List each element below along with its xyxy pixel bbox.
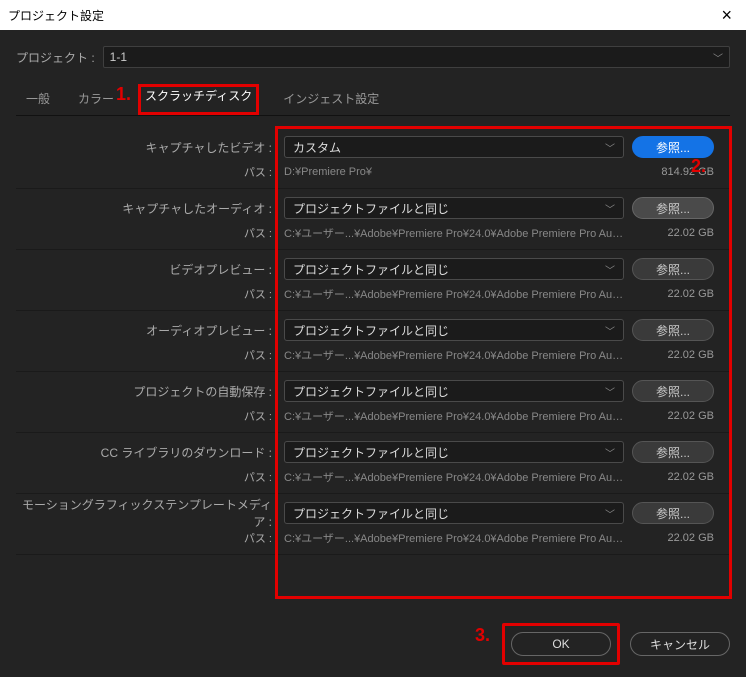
scratch-section: モーショングラフィックステンプレートメディア : プロジェクトファイルと同じ ﹀ 参照…: [16, 494, 730, 555]
chevron-down-icon: ﹀: [605, 201, 615, 216]
annotation-1: 1.: [116, 84, 131, 105]
browse-button[interactable]: 参照...: [632, 502, 714, 524]
disk-size: 22.02 GB: [632, 410, 714, 422]
location-select[interactable]: カスタム ﹀: [284, 136, 624, 158]
disk-size: 22.02 GB: [632, 532, 714, 544]
path-value: C:¥ユーザー...¥Adobe¥Premiere Pro¥24.0¥Adobe…: [284, 408, 624, 424]
location-select[interactable]: プロジェクトファイルと同じ ﹀: [284, 197, 624, 219]
tab-ingest[interactable]: インジェスト設定: [279, 84, 383, 115]
location-select-value: プロジェクトファイルと同じ: [293, 383, 449, 400]
tab-color[interactable]: カラー: [74, 84, 118, 115]
chevron-down-icon: ﹀: [605, 445, 615, 460]
browse-button[interactable]: 参照...: [632, 197, 714, 219]
titlebar: プロジェクト設定 ×: [0, 0, 746, 30]
scratch-section: キャプチャしたビデオ : カスタム ﹀ 参照... パス : D:¥Premiere Pr…: [16, 128, 730, 189]
project-label: プロジェクト :: [16, 49, 95, 66]
project-select-value: 1-1: [110, 50, 127, 64]
disk-size: 22.02 GB: [632, 471, 714, 483]
location-select-value: プロジェクトファイルと同じ: [293, 200, 449, 217]
browse-button[interactable]: 参照...: [632, 441, 714, 463]
scratch-section: プロジェクトの自動保存 : プロジェクトファイルと同じ ﹀ 参照... パス : C:¥ユ…: [16, 372, 730, 433]
browse-button[interactable]: 参照...: [632, 319, 714, 341]
location-select[interactable]: プロジェクトファイルと同じ ﹀: [284, 380, 624, 402]
path-value: C:¥ユーザー...¥Adobe¥Premiere Pro¥24.0¥Adobe…: [284, 225, 624, 241]
chevron-down-icon: ﹀: [605, 140, 615, 155]
location-select[interactable]: プロジェクトファイルと同じ ﹀: [284, 319, 624, 341]
cancel-button[interactable]: キャンセル: [630, 632, 730, 656]
browse-button[interactable]: 参照...: [632, 136, 714, 158]
section-label: プロジェクトの自動保存 :: [16, 383, 276, 400]
scratch-section: オーディオプレビュー : プロジェクトファイルと同じ ﹀ 参照... パス : C:¥ユー…: [16, 311, 730, 372]
section-label: ビデオプレビュー :: [16, 261, 276, 278]
path-label: パス :: [16, 469, 276, 485]
path-value: C:¥ユーザー...¥Adobe¥Premiere Pro¥24.0¥Adobe…: [284, 286, 624, 302]
location-select-value: プロジェクトファイルと同じ: [293, 322, 449, 339]
location-select[interactable]: プロジェクトファイルと同じ ﹀: [284, 502, 624, 524]
dialog-title: プロジェクト設定: [8, 7, 104, 24]
section-label: キャプチャしたオーディオ :: [16, 200, 276, 217]
section-label: CC ライブラリのダウンロード :: [16, 444, 276, 461]
ok-button[interactable]: OK: [511, 632, 611, 656]
section-label: キャプチャしたビデオ :: [16, 139, 276, 156]
path-label: パス :: [16, 530, 276, 546]
location-select-value: プロジェクトファイルと同じ: [293, 505, 449, 522]
location-select-value: カスタム: [293, 139, 341, 156]
chevron-down-icon: ﹀: [605, 506, 615, 521]
path-label: パス :: [16, 347, 276, 363]
chevron-down-icon: ﹀: [713, 50, 723, 65]
tab-scratch-disks[interactable]: スクラッチディスク: [141, 83, 256, 111]
annotation-3: 3.: [475, 625, 490, 646]
path-label: パス :: [16, 286, 276, 302]
browse-button[interactable]: 参照...: [632, 258, 714, 280]
path-value: C:¥ユーザー...¥Adobe¥Premiere Pro¥24.0¥Adobe…: [284, 469, 624, 485]
location-select[interactable]: プロジェクトファイルと同じ ﹀: [284, 258, 624, 280]
disk-size: 22.02 GB: [632, 227, 714, 239]
path-value: C:¥ユーザー...¥Adobe¥Premiere Pro¥24.0¥Adobe…: [284, 347, 624, 363]
section-label: モーショングラフィックステンプレートメディア :: [16, 496, 276, 530]
location-select[interactable]: プロジェクトファイルと同じ ﹀: [284, 441, 624, 463]
project-select[interactable]: 1-1 ﹀: [103, 46, 730, 68]
location-select-value: プロジェクトファイルと同じ: [293, 261, 449, 278]
path-value: D:¥Premiere Pro¥: [284, 166, 624, 178]
browse-button[interactable]: 参照...: [632, 380, 714, 402]
disk-size: 22.02 GB: [632, 349, 714, 361]
dialog-footer: 3. OK キャンセル: [0, 611, 746, 677]
path-label: パス :: [16, 164, 276, 180]
chevron-down-icon: ﹀: [605, 323, 615, 338]
section-label: オーディオプレビュー :: [16, 322, 276, 339]
close-icon[interactable]: ×: [715, 6, 738, 24]
path-value: C:¥ユーザー...¥Adobe¥Premiere Pro¥24.0¥Adobe…: [284, 530, 624, 546]
chevron-down-icon: ﹀: [605, 262, 615, 277]
tabs: 一般 カラー 1. スクラッチディスク インジェスト設定: [16, 80, 730, 116]
scratch-section: キャプチャしたオーディオ : プロジェクトファイルと同じ ﹀ 参照... パス : C:¥…: [16, 189, 730, 250]
scratch-section: CC ライブラリのダウンロード : プロジェクトファイルと同じ ﹀ 参照... パス :…: [16, 433, 730, 494]
tab-general[interactable]: 一般: [22, 84, 54, 115]
disk-size: 22.02 GB: [632, 288, 714, 300]
chevron-down-icon: ﹀: [605, 384, 615, 399]
annotation-box-3: OK: [502, 623, 620, 665]
location-select-value: プロジェクトファイルと同じ: [293, 444, 449, 461]
path-label: パス :: [16, 225, 276, 241]
path-label: パス :: [16, 408, 276, 424]
settings-area: 2. キャプチャしたビデオ :カスタム﹀参照...パス :D:¥Premiere…: [16, 128, 730, 599]
disk-size: 814.92 GB: [632, 166, 714, 178]
scratch-section: ビデオプレビュー : プロジェクトファイルと同じ ﹀ 参照... パス : C:¥ユーザー…: [16, 250, 730, 311]
